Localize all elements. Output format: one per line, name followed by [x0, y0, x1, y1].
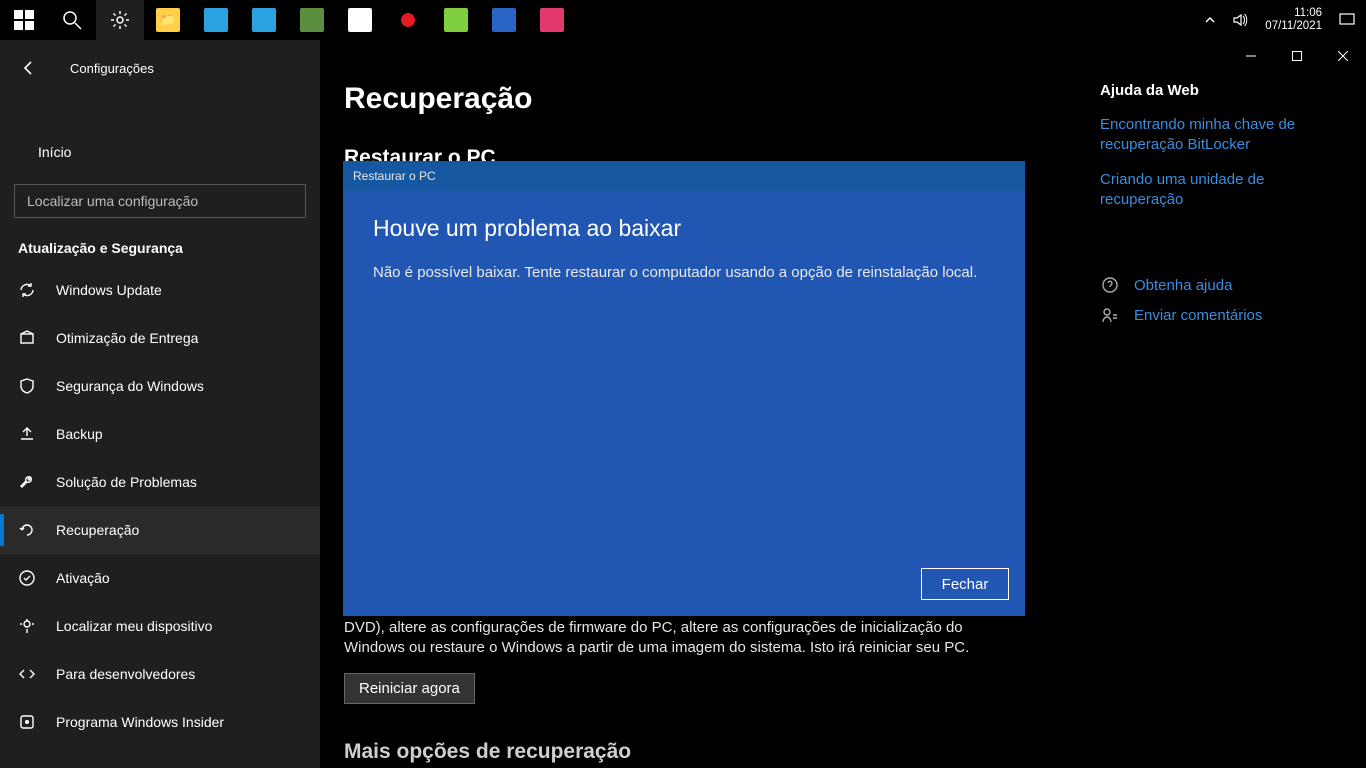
check-icon — [18, 569, 36, 587]
modal-body: Houve um problema ao baixar Não é possív… — [343, 191, 1025, 616]
maximize-button[interactable] — [1274, 40, 1320, 72]
minimize-button[interactable] — [1228, 40, 1274, 72]
opera-taskbar-button[interactable] — [384, 0, 432, 40]
sidebar-item-label: Solução de Problemas — [56, 474, 197, 490]
file-explorer-taskbar-button[interactable]: 📁 — [144, 0, 192, 40]
app-taskbar-button-3[interactable] — [288, 0, 336, 40]
wrench-icon — [18, 473, 36, 491]
close-button[interactable] — [1320, 40, 1366, 72]
sidebar-item-label: Backup — [56, 426, 103, 442]
modal-message: Não é possível baixar. Tente restaurar o… — [373, 264, 995, 281]
sync-icon — [18, 281, 36, 299]
app-taskbar-button-4[interactable] — [336, 0, 384, 40]
app-icon — [492, 8, 516, 32]
help-heading: Ajuda da Web — [1100, 82, 1348, 99]
advanced-startup-block: DVD), altere as configurações de firmwar… — [344, 618, 984, 704]
sidebar-item-windows-security[interactable]: Segurança do Windows — [0, 362, 320, 410]
clock-date: 07/11/2021 — [1265, 20, 1322, 33]
get-help-row[interactable]: Obtenha ajuda — [1100, 275, 1348, 295]
tray-chevron-icon[interactable] — [1197, 0, 1223, 40]
modal-title: Restaurar o PC — [343, 161, 1025, 191]
taskbar-left: 📁 — [0, 0, 576, 40]
sidebar-item-label: Ativação — [56, 570, 110, 586]
advanced-startup-text: DVD), altere as configurações de firmwar… — [344, 618, 984, 659]
sidebar-item-label: Recuperação — [56, 522, 139, 538]
app-taskbar-button-2[interactable] — [240, 0, 288, 40]
start-button[interactable] — [0, 0, 48, 40]
search-input[interactable] — [14, 184, 306, 218]
help-link-bitlocker[interactable]: Encontrando minha chave de recuperação B… — [1100, 115, 1348, 154]
settings-sidebar: Configurações Início Atualização e Segur… — [0, 40, 320, 768]
reset-pc-modal: Restaurar o PC Houve um problema ao baix… — [343, 161, 1025, 616]
clock-time: 11:06 — [1265, 7, 1322, 20]
opera-icon — [396, 8, 420, 32]
feedback-row[interactable]: Enviar comentários — [1100, 305, 1348, 325]
app-taskbar-button-7[interactable] — [528, 0, 576, 40]
insider-icon — [18, 713, 36, 731]
modal-heading: Houve um problema ao baixar — [373, 215, 995, 242]
notifications-icon[interactable] — [1334, 0, 1360, 40]
window-controls — [1228, 40, 1366, 72]
app-taskbar-button-1[interactable] — [192, 0, 240, 40]
app-icon — [444, 8, 468, 32]
sidebar-item-find-device[interactable]: Localizar meu dispositivo — [0, 602, 320, 650]
app-taskbar-button-6[interactable] — [480, 0, 528, 40]
sidebar-item-recovery[interactable]: Recuperação — [0, 506, 320, 554]
help-icon — [1100, 275, 1120, 295]
app-icon — [348, 8, 372, 32]
settings-taskbar-button[interactable] — [96, 0, 144, 40]
search-taskbar-button[interactable] — [48, 0, 96, 40]
shield-icon — [18, 377, 36, 395]
get-help-label: Obtenha ajuda — [1134, 277, 1232, 294]
feedback-icon — [1100, 305, 1120, 325]
clock[interactable]: 11:06 07/11/2021 — [1257, 7, 1330, 33]
sidebar-item-backup[interactable]: Backup — [0, 410, 320, 458]
volume-icon[interactable] — [1227, 0, 1253, 40]
sidebar-item-label: Programa Windows Insider — [56, 714, 224, 730]
sidebar-item-developers[interactable]: Para desenvolvedores — [0, 650, 320, 698]
more-recovery-heading: Mais opções de recuperação — [344, 740, 631, 764]
location-icon — [18, 617, 36, 635]
sidebar-item-delivery-optimization[interactable]: Otimização de Entrega — [0, 314, 320, 362]
sidebar-header: Configurações — [0, 48, 320, 88]
sidebar-item-insider[interactable]: Programa Windows Insider — [0, 698, 320, 746]
help-link-recovery-drive[interactable]: Criando uma unidade de recuperação — [1100, 170, 1348, 209]
modal-close-button[interactable]: Fechar — [921, 568, 1009, 600]
backup-icon — [18, 425, 36, 443]
app-icon — [252, 8, 276, 32]
recovery-icon — [18, 521, 36, 539]
app-taskbar-button-5[interactable] — [432, 0, 480, 40]
feedback-label: Enviar comentários — [1134, 307, 1262, 324]
sidebar-item-label: Windows Update — [56, 282, 162, 298]
window-title: Configurações — [70, 61, 154, 76]
help-sidebar: Ajuda da Web Encontrando minha chave de … — [1100, 40, 1366, 325]
delivery-icon — [18, 329, 36, 347]
sidebar-section-header: Atualização e Segurança — [0, 218, 320, 266]
sidebar-item-label: Para desenvolvedores — [56, 666, 195, 682]
folder-icon: 📁 — [156, 8, 180, 32]
app-icon — [540, 8, 564, 32]
taskbar-right: 11:06 07/11/2021 — [1197, 0, 1366, 40]
sidebar-item-label: Localizar meu dispositivo — [56, 618, 212, 634]
sidebar-home[interactable]: Início — [0, 128, 320, 176]
minecraft-icon — [300, 8, 324, 32]
sidebar-home-label: Início — [38, 144, 71, 160]
code-icon — [18, 665, 36, 683]
taskbar: 📁 11:06 07/11/2021 — [0, 0, 1366, 40]
back-button[interactable] — [18, 59, 40, 77]
sidebar-search-wrap — [0, 176, 320, 218]
sidebar-item-activation[interactable]: Ativação — [0, 554, 320, 602]
sidebar-item-label: Segurança do Windows — [56, 378, 204, 394]
restart-now-button[interactable]: Reiniciar agora — [344, 673, 475, 704]
app-icon — [204, 8, 228, 32]
sidebar-item-label: Otimização de Entrega — [56, 330, 198, 346]
sidebar-item-troubleshoot[interactable]: Solução de Problemas — [0, 458, 320, 506]
sidebar-item-windows-update[interactable]: Windows Update — [0, 266, 320, 314]
